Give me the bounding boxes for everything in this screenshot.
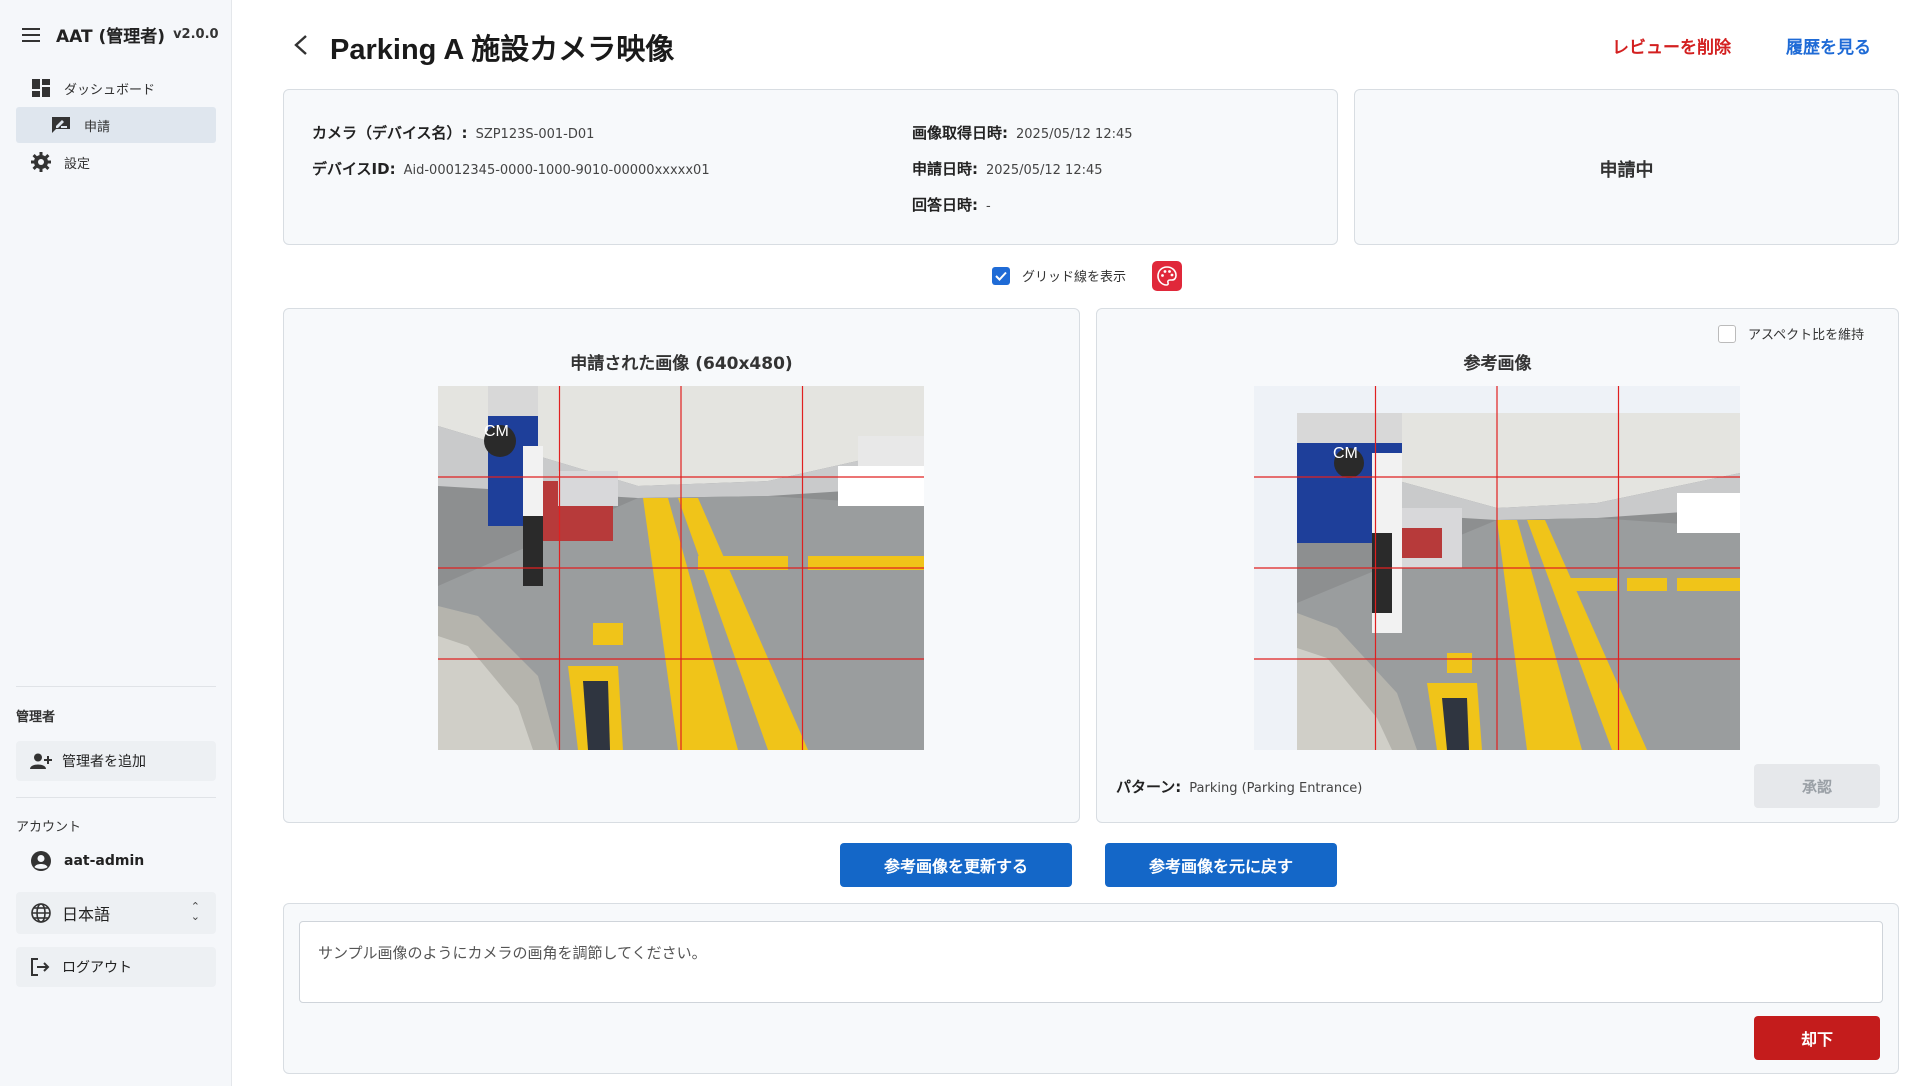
- sidebar-item-label: ダッシュボード: [64, 82, 156, 98]
- answer-date-value: -: [986, 199, 991, 214]
- sidebar-item-label: 申請: [84, 119, 111, 135]
- submitted-image-card: 申請された画像 (640x480) CM: [283, 308, 1080, 823]
- request-date-info: 申請日時: 2025/05/12 12:45: [912, 158, 1103, 179]
- status-card: 申請中: [1354, 89, 1899, 245]
- sidebar: AAT (管理者) v2.0.0 ダッシュボード 申請 設定 管理者 管理者を追…: [0, 0, 232, 1086]
- status-badge: 申請中: [1599, 160, 1654, 181]
- svg-text:CM: CM: [484, 423, 509, 440]
- answer-date-label: 回答日時:: [912, 196, 978, 214]
- add-admin-label: 管理者を追加: [62, 754, 146, 770]
- back-icon[interactable]: [290, 30, 312, 60]
- restore-reference-button[interactable]: 参考画像を元に戻す: [1105, 843, 1337, 887]
- sidebar-item-request[interactable]: 申請: [16, 107, 216, 143]
- gear-icon: [30, 151, 52, 173]
- info-card: カメラ（デバイス名）: SZP123S-001-D01 デバイスID: Aid-…: [283, 89, 1338, 245]
- sidebar-item-settings[interactable]: 設定: [16, 144, 216, 180]
- username: aat-admin: [64, 853, 145, 869]
- palette-icon[interactable]: [1152, 261, 1182, 291]
- account-section-label: アカウント: [16, 820, 82, 835]
- language-select[interactable]: 日本語 ⌃ ⌄: [16, 892, 216, 934]
- add-admin-button[interactable]: 管理者を追加: [16, 741, 216, 781]
- request-date-value: 2025/05/12 12:45: [986, 163, 1103, 178]
- aspect-ratio-toggle[interactable]: アスペクト比を維持: [1718, 324, 1864, 343]
- checkbox-checked-icon[interactable]: [992, 266, 1010, 285]
- app-title: AAT (管理者): [56, 27, 166, 47]
- sidebar-item-label: 設定: [64, 156, 91, 172]
- logout-icon: [30, 957, 52, 977]
- sidebar-item-dashboard[interactable]: ダッシュボード: [16, 70, 216, 106]
- sidebar-header: AAT (管理者) v2.0.0: [22, 22, 219, 47]
- person-add-icon: [30, 753, 52, 769]
- camera-value: SZP123S-001-D01: [475, 127, 595, 142]
- page-title: Parking A 施設カメラ映像: [330, 34, 675, 66]
- menu-icon[interactable]: [22, 24, 44, 46]
- pattern-label: パターン:: [1116, 778, 1182, 796]
- pattern-info: パターン: Parking (Parking Entrance): [1116, 776, 1362, 797]
- user-profile[interactable]: aat-admin: [30, 850, 144, 872]
- sidebar-divider: [16, 797, 216, 798]
- app-version: v2.0.0: [173, 27, 219, 42]
- globe-icon: [30, 902, 52, 924]
- approve-button[interactable]: 承認: [1754, 764, 1880, 808]
- language-value: 日本語: [62, 905, 111, 924]
- aspect-ratio-label: アスペクト比を維持: [1748, 328, 1865, 343]
- reference-image-card: 参考画像 CM: [1096, 308, 1899, 823]
- camera-label: カメラ（デバイス名）:: [312, 124, 468, 142]
- delete-review-button[interactable]: レビューを削除: [1612, 33, 1731, 58]
- grid-toggle[interactable]: グリッド線を表示: [992, 266, 1126, 285]
- submitted-image-title: 申請された画像 (640x480): [570, 354, 793, 374]
- svg-text:CM: CM: [1333, 445, 1358, 462]
- capture-value: 2025/05/12 12:45: [1016, 127, 1133, 142]
- sidebar-divider: [16, 686, 216, 687]
- camera-info: カメラ（デバイス名）: SZP123S-001-D01: [312, 122, 594, 143]
- account-circle-icon: [30, 850, 52, 872]
- submitted-image: CM: [438, 386, 924, 750]
- reject-button[interactable]: 却下: [1754, 1016, 1880, 1060]
- view-history-button[interactable]: 履歴を見る: [1786, 33, 1871, 58]
- capture-info: 画像取得日時: 2025/05/12 12:45: [912, 122, 1133, 143]
- admin-section-label: 管理者: [16, 710, 56, 725]
- answer-date-info: 回答日時: -: [912, 194, 991, 215]
- chevron-updown-icon: ⌃ ⌄: [190, 900, 200, 923]
- request-date-label: 申請日時:: [912, 160, 978, 178]
- reference-image: CM: [1254, 386, 1740, 750]
- dashboard-icon: [30, 77, 52, 99]
- rate-review-icon: [50, 114, 72, 136]
- pattern-value: Parking (Parking Entrance): [1189, 781, 1363, 796]
- reference-image-title: 参考画像: [1463, 354, 1532, 374]
- device-value: Aid-00012345-0000-1000-9010-00000xxxxx01: [403, 163, 710, 178]
- checkbox-unchecked-icon[interactable]: [1718, 324, 1736, 343]
- device-label: デバイスID:: [312, 160, 396, 178]
- logout-button[interactable]: ログアウト: [16, 947, 216, 987]
- update-reference-button[interactable]: 参考画像を更新する: [840, 843, 1072, 887]
- grid-toggle-label: グリッド線を表示: [1022, 270, 1127, 285]
- device-info: デバイスID: Aid-00012345-0000-1000-9010-0000…: [312, 158, 710, 179]
- logout-label: ログアウト: [62, 960, 132, 976]
- comment-field[interactable]: サンプル画像のようにカメラの画角を調節してください。: [299, 921, 1883, 1003]
- capture-label: 画像取得日時:: [912, 124, 1008, 142]
